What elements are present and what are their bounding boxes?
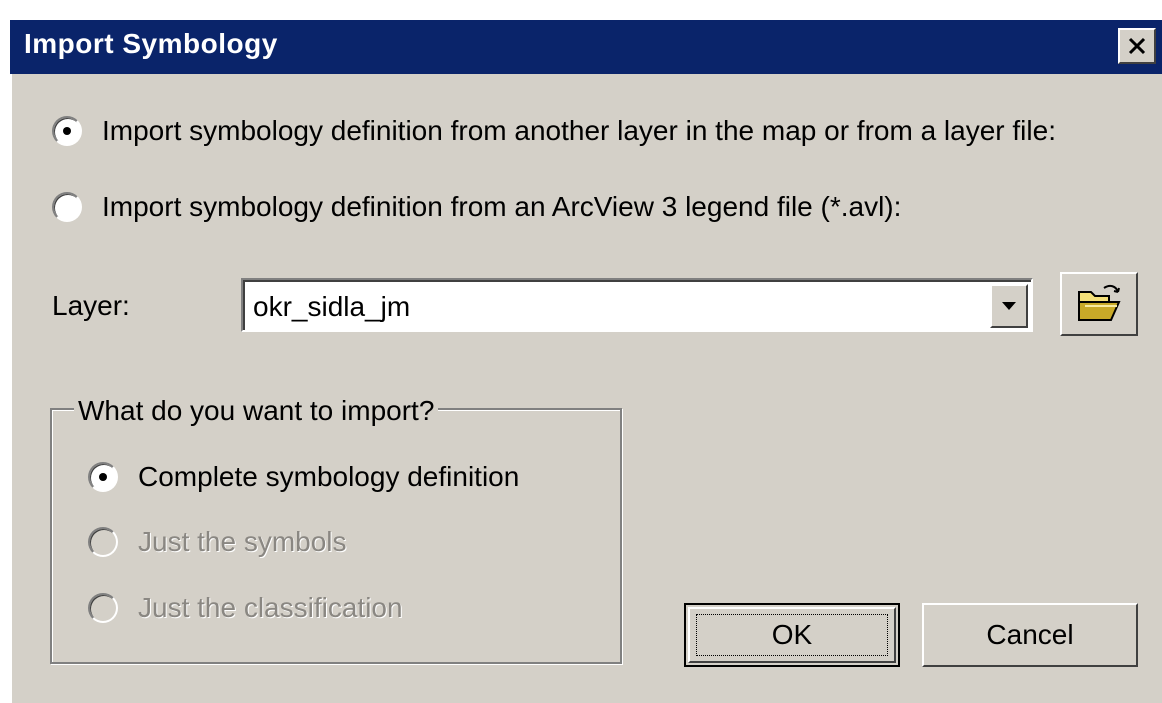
cancel-button[interactable]: Cancel [922,603,1138,667]
layer-select-value: okr_sidla_jm [253,291,411,322]
import-option-complete[interactable]: Complete symbology definition [88,461,519,493]
close-icon [1128,37,1146,55]
layer-select-dropdown-button[interactable] [990,284,1028,328]
source-option-avl[interactable]: Import symbology definition from an ArcV… [52,191,901,223]
import-classification-label: Just the classification [138,592,403,623]
browse-layer-file-button[interactable] [1060,272,1138,336]
import-classification-radio [88,593,118,623]
source-avl-label: Import symbology definition from an ArcV… [102,191,902,222]
import-symbols-label: Just the symbols [138,526,347,557]
source-option-layer[interactable]: Import symbology definition from another… [52,115,1056,147]
import-complete-label: Complete symbology definition [138,461,520,492]
import-option-symbols: Just the symbols [88,526,347,558]
dialog-title: Import Symbology [24,28,278,59]
chevron-down-icon [1002,302,1016,310]
close-button[interactable] [1118,28,1156,64]
source-layer-radio[interactable] [52,116,82,146]
layer-select[interactable]: okr_sidla_jm [241,278,1033,332]
source-avl-radio[interactable] [52,192,82,222]
import-type-legend: What do you want to import? [74,395,439,427]
source-layer-label: Import symbology definition from another… [102,115,1056,146]
import-complete-radio[interactable] [88,462,118,492]
title-bar: Import Symbology [10,20,1162,74]
ok-button-label: OK [771,619,813,650]
ok-button[interactable]: OK [684,603,900,667]
layer-label: Layer: [52,290,130,321]
cancel-button-label: Cancel [986,619,1074,650]
import-option-classification: Just the classification [88,592,403,624]
folder-open-icon [1078,284,1121,321]
import-symbols-radio [88,527,118,557]
